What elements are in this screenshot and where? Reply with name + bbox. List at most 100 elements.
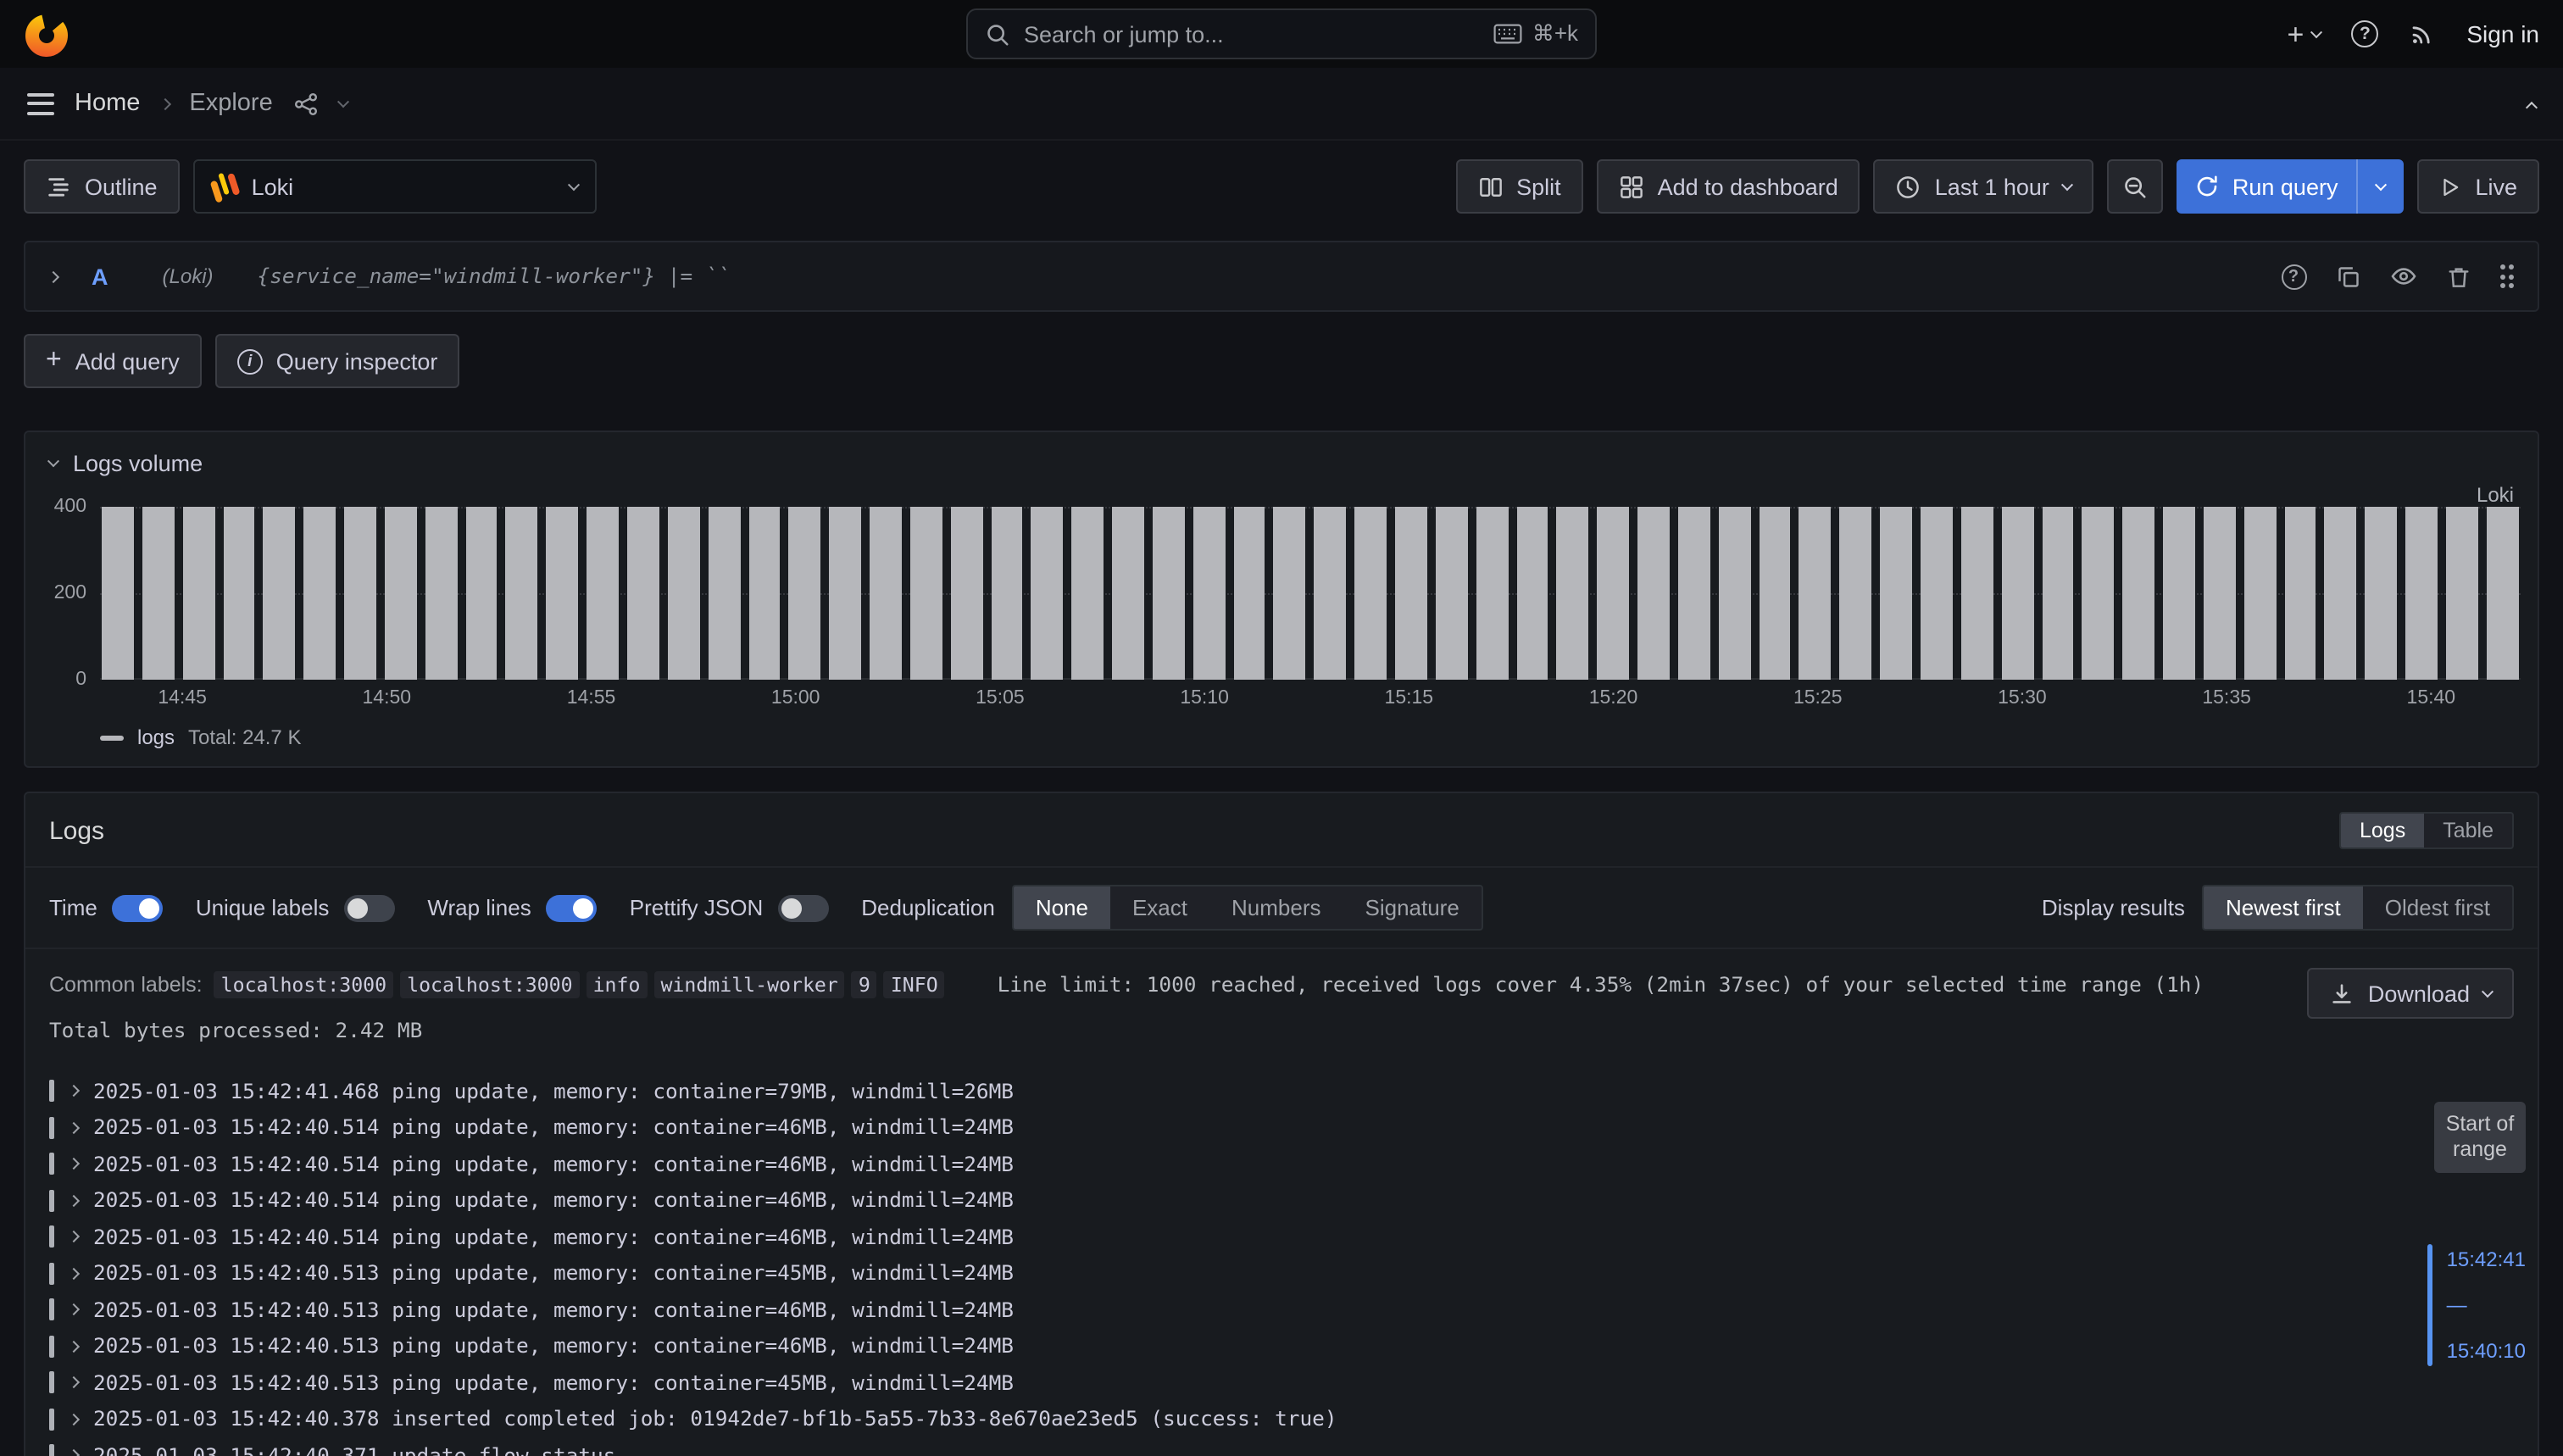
expand-row-icon[interactable] (68, 1376, 80, 1388)
add-query-button[interactable]: + Add query (24, 334, 202, 388)
loki-logo-icon (208, 169, 239, 203)
query-inspector-button[interactable]: i Query inspector (215, 334, 460, 388)
expand-row-icon[interactable] (68, 1303, 80, 1315)
log-row[interactable]: 2025-01-03 15:42:40.514 ping update, mem… (49, 1109, 2514, 1146)
volume-bar (1031, 507, 1064, 680)
legend-label[interactable]: logs (137, 725, 175, 749)
run-query-options-button[interactable] (2356, 159, 2404, 214)
volume-bar (2284, 507, 2316, 680)
grafana-logo[interactable] (24, 11, 69, 57)
play-icon (2439, 175, 2461, 197)
query-help-icon[interactable]: ? (2281, 264, 2306, 289)
drag-handle-icon[interactable] (2499, 264, 2514, 288)
live-button[interactable]: Live (2417, 159, 2539, 214)
toggle-control[interactable]: Time (49, 894, 164, 921)
collapse-panel-button[interactable] (2527, 91, 2536, 116)
toggle-switch[interactable] (547, 894, 598, 921)
news-icon[interactable] (2409, 20, 2436, 47)
query-editor-row[interactable]: A (Loki) {service_name="windmill-worker"… (24, 241, 2539, 312)
log-row[interactable]: 2025-01-03 15:42:40.513 ping update, mem… (49, 1255, 2514, 1292)
log-level-indicator (49, 1117, 54, 1139)
log-row[interactable]: 2025-01-03 15:42:41.468 ping update, mem… (49, 1073, 2514, 1109)
x-tick-label: 15:20 (1589, 688, 1638, 709)
log-row[interactable]: 2025-01-03 15:42:40.378 inserted complet… (49, 1401, 2514, 1437)
view-option[interactable]: Table (2424, 814, 2512, 847)
expand-row-icon[interactable] (68, 1158, 80, 1170)
order-option[interactable]: Oldest first (2363, 886, 2512, 929)
toggle-control[interactable]: Wrap lines (427, 894, 597, 921)
expand-row-icon[interactable] (68, 1340, 80, 1352)
order-option[interactable]: Newest first (2204, 886, 2363, 929)
toggle-control[interactable]: Prettify JSON (630, 894, 830, 921)
volume-bar (1557, 507, 1589, 680)
dedup-option[interactable]: Exact (1110, 886, 1209, 929)
eye-icon[interactable] (2389, 263, 2416, 290)
outline-button[interactable]: Outline (24, 159, 180, 214)
toggle-control[interactable]: Unique labels (196, 894, 396, 921)
dedup-option[interactable]: Numbers (1209, 886, 1343, 929)
x-tick-label: 14:55 (567, 688, 616, 709)
copy-icon[interactable] (2335, 264, 2360, 289)
expand-row-icon[interactable] (68, 1194, 80, 1206)
split-button[interactable]: Split (1455, 159, 1583, 214)
toggle-switch[interactable] (344, 894, 395, 921)
volume-bar (1153, 507, 1185, 680)
common-labels: localhost:3000localhost:3000infowindmill… (214, 971, 945, 998)
volume-bar (547, 507, 579, 680)
collapse-section-icon[interactable] (47, 455, 59, 467)
new-menu-button[interactable]: + (2288, 19, 2321, 48)
view-option[interactable]: Logs (2341, 814, 2424, 847)
x-tick-label: 14:45 (158, 688, 207, 709)
logs-volume-header[interactable]: Logs volume (25, 432, 2538, 480)
volume-bar (2204, 507, 2236, 680)
zoom-out-button[interactable] (2107, 159, 2163, 214)
grafana-explore-page: Search or jump to... ⌘+k + ? Sign in Hom… (0, 0, 2563, 1456)
datasource-picker[interactable]: Loki (193, 159, 597, 214)
keyboard-icon (1493, 24, 1522, 44)
expand-row-icon[interactable] (68, 1121, 80, 1133)
expand-row-icon[interactable] (68, 1231, 80, 1242)
expand-row-icon[interactable] (68, 1085, 80, 1097)
toggle-switch[interactable] (778, 894, 829, 921)
expand-query-icon[interactable] (47, 270, 59, 282)
dedup-option[interactable]: Signature (1343, 886, 1482, 929)
volume-bar (1354, 507, 1387, 680)
download-button[interactable]: Download (2307, 968, 2514, 1019)
volume-bar (1961, 507, 1993, 680)
range-from: 15:42:41 (2447, 1248, 2526, 1271)
volume-bar (2446, 507, 2478, 680)
toggle-switch[interactable] (113, 894, 164, 921)
x-tick-label: 15:00 (771, 688, 820, 709)
expand-row-icon[interactable] (68, 1267, 80, 1279)
log-row[interactable]: 2025-01-03 15:42:40.513 ping update, mem… (49, 1364, 2514, 1401)
help-button[interactable]: ? (2351, 20, 2378, 47)
volume-bar (2082, 507, 2115, 680)
log-row[interactable]: 2025-01-03 15:42:40.513 ping update, mem… (49, 1328, 2514, 1364)
log-row[interactable]: 2025-01-03 15:42:40.514 ping update, mem… (49, 1146, 2514, 1182)
trash-icon[interactable] (2445, 264, 2471, 289)
y-axis: 4002000 (42, 507, 100, 680)
breadcrumb-actions-chevron-icon[interactable] (337, 95, 349, 107)
breadcrumb-home[interactable]: Home (75, 90, 140, 117)
clock-icon (1896, 174, 1921, 199)
volume-bar (1799, 507, 1832, 680)
plot-area[interactable] (100, 507, 2521, 680)
log-row[interactable]: 2025-01-03 15:42:40.514 ping update, mem… (49, 1219, 2514, 1255)
query-datasource-hint: (Loki) (163, 264, 214, 288)
search-input[interactable]: Search or jump to... ⌘+k (966, 8, 1597, 59)
menu-toggle-icon[interactable] (27, 92, 54, 114)
run-query-button[interactable]: Run query (2177, 159, 2357, 214)
log-row[interactable]: 2025-01-03 15:42:40.371 update flow stat… (49, 1437, 2514, 1456)
expand-row-icon[interactable] (68, 1413, 80, 1425)
add-to-dashboard-button[interactable]: Add to dashboard (1597, 159, 1860, 214)
log-level-indicator (49, 1263, 54, 1285)
share-icon[interactable] (293, 91, 319, 116)
log-row[interactable]: 2025-01-03 15:42:40.514 ping update, mem… (49, 1182, 2514, 1219)
time-range-picker[interactable]: Last 1 hour (1874, 159, 2093, 214)
log-row[interactable]: 2025-01-03 15:42:40.513 ping update, mem… (49, 1292, 2514, 1328)
expand-row-icon[interactable] (68, 1449, 80, 1456)
volume-bar (1112, 507, 1144, 680)
volume-bar (870, 507, 902, 680)
sign-in-link[interactable]: Sign in (2466, 20, 2539, 47)
dedup-option[interactable]: None (1014, 886, 1110, 929)
